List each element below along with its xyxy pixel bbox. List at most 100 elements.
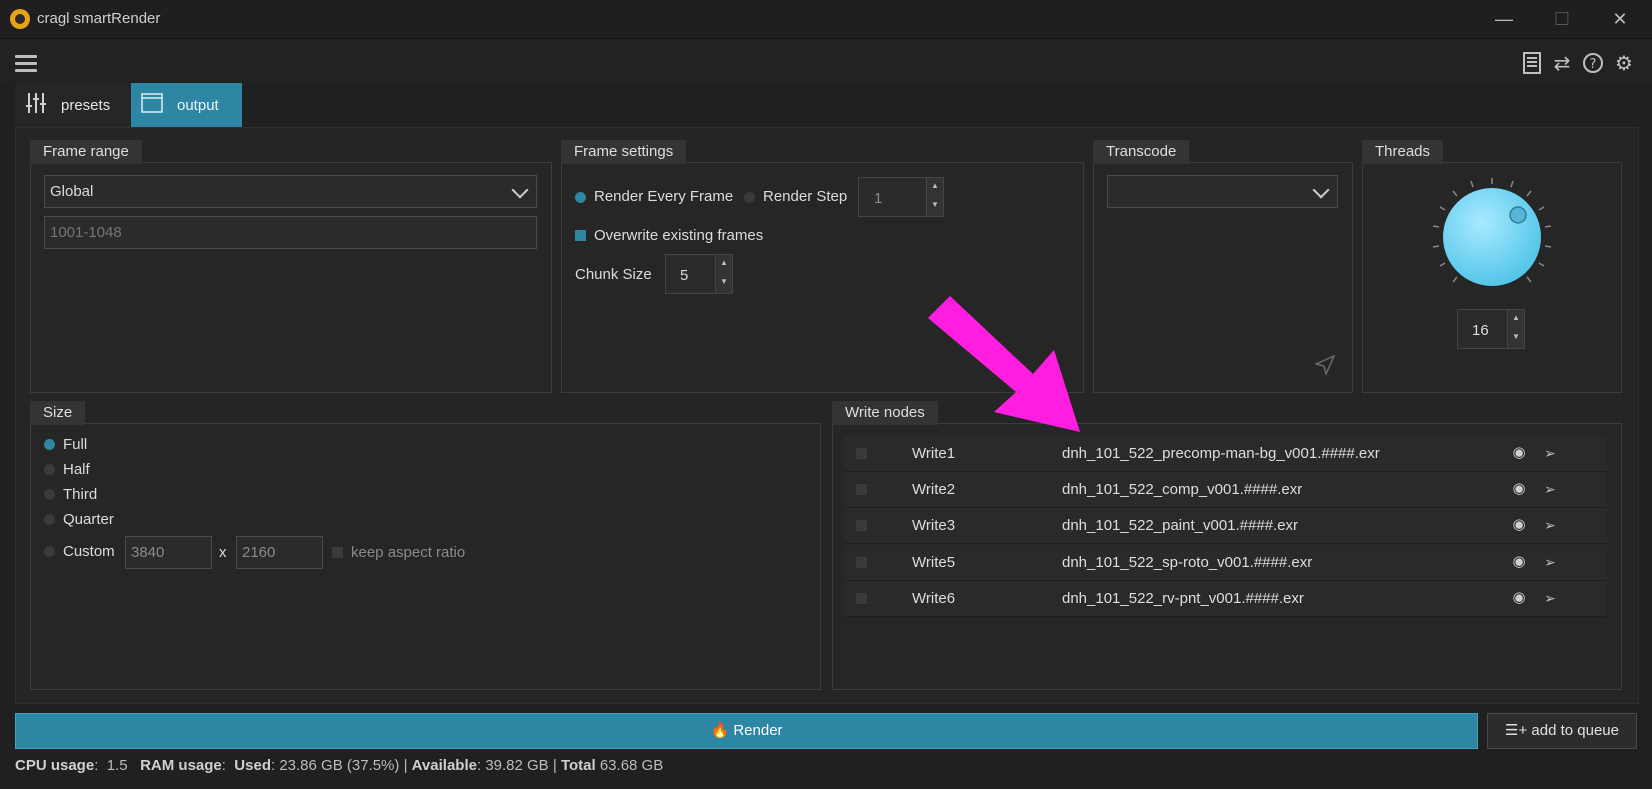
window-title: cragl smartRender bbox=[37, 10, 161, 27]
target-icon[interactable]: ◉ bbox=[1510, 444, 1528, 462]
render-every-frame-label: Render Every Frame bbox=[594, 188, 734, 205]
write-node-name: Write3 bbox=[912, 517, 956, 534]
frame-range-mode-value: Global bbox=[50, 183, 94, 200]
used-label: Used bbox=[234, 757, 271, 774]
write-node-checkbox[interactable] bbox=[856, 557, 867, 568]
write-node-name: Write1 bbox=[912, 445, 956, 462]
overwrite-label: Overwrite existing frames bbox=[594, 227, 764, 244]
frame-range-mode-select[interactable]: Global bbox=[44, 175, 537, 208]
custom-height-input[interactable]: 2160 bbox=[236, 536, 323, 569]
overwrite-checkbox[interactable] bbox=[575, 230, 586, 241]
toolbar bbox=[0, 39, 1652, 83]
chevron-down-icon bbox=[511, 181, 529, 199]
write-node-row[interactable]: Write1 dnh_101_522_precomp-man-bg_v001.#… bbox=[844, 436, 1607, 472]
ram-label: RAM usage bbox=[140, 757, 222, 774]
custom-width-value: 3840 bbox=[131, 544, 165, 561]
document-icon[interactable] bbox=[1520, 52, 1544, 76]
tab-presets[interactable]: presets bbox=[15, 83, 131, 127]
chunk-size-stepper[interactable]: ▲ ▼ bbox=[715, 255, 732, 293]
write-node-name: Write5 bbox=[912, 554, 956, 571]
transcode-title: Transcode bbox=[1093, 140, 1190, 164]
help-icon[interactable]: ? bbox=[1581, 52, 1605, 76]
total-value: 63.68 GB bbox=[599, 757, 664, 774]
render-button[interactable]: 🔥 Render bbox=[15, 713, 1478, 749]
window-icon bbox=[141, 93, 163, 117]
tab-output-label: output bbox=[177, 96, 219, 114]
render-step-spinbox[interactable]: 1 ▲ ▼ bbox=[858, 177, 944, 217]
chevron-down-icon bbox=[1312, 181, 1330, 199]
size-third-label: Third bbox=[63, 486, 98, 503]
threads-stepper[interactable]: ▲ ▼ bbox=[1507, 310, 1524, 348]
size-quarter-radio[interactable] bbox=[44, 514, 55, 525]
size-third-radio[interactable] bbox=[44, 489, 55, 500]
svg-text:?: ? bbox=[1590, 57, 1597, 72]
send-icon[interactable]: ➢ bbox=[1541, 480, 1559, 498]
write-node-row[interactable]: Write5 dnh_101_522_sp-roto_v001.####.exr… bbox=[844, 545, 1607, 581]
frame-settings-title: Frame settings bbox=[561, 140, 687, 164]
keep-aspect-label: keep aspect ratio bbox=[351, 544, 466, 561]
size-half-label: Half bbox=[63, 461, 90, 478]
send-icon[interactable]: ➢ bbox=[1541, 553, 1559, 571]
write-node-file: dnh_101_522_precomp-man-bg_v001.####.exr bbox=[1062, 445, 1380, 462]
minimize-button[interactable]: — bbox=[1484, 6, 1524, 32]
render-step-stepper[interactable]: ▲ ▼ bbox=[926, 178, 943, 216]
chunk-size-value: 5 bbox=[680, 267, 689, 284]
size-full-radio[interactable] bbox=[44, 439, 55, 450]
target-icon[interactable]: ◉ bbox=[1510, 553, 1528, 571]
tab-output[interactable]: output bbox=[131, 83, 242, 127]
available-value: 39.82 GB bbox=[485, 757, 549, 774]
status-separator: | bbox=[403, 757, 408, 774]
app-logo-icon bbox=[10, 9, 30, 29]
flame-icon: 🔥 bbox=[710, 722, 730, 739]
write-node-file: dnh_101_522_sp-roto_v001.####.exr bbox=[1062, 554, 1313, 571]
frame-range-title: Frame range bbox=[30, 140, 142, 164]
frame-range-input[interactable] bbox=[44, 216, 537, 249]
write-node-name: Write2 bbox=[912, 481, 956, 498]
write-node-row[interactable]: Write3 dnh_101_522_paint_v001.####.exr ◉… bbox=[844, 508, 1607, 544]
close-button[interactable]: ✕ bbox=[1600, 6, 1640, 32]
total-label: Total bbox=[560, 757, 596, 774]
render-step-value: 1 bbox=[874, 190, 883, 207]
target-icon[interactable]: ◉ bbox=[1510, 516, 1528, 534]
hamburger-menu-icon[interactable] bbox=[15, 55, 37, 73]
available-label: Available bbox=[411, 757, 477, 774]
size-x-label: x bbox=[219, 544, 227, 561]
queue-add-icon: ☰+ bbox=[1505, 722, 1528, 739]
write-node-checkbox[interactable] bbox=[856, 484, 867, 495]
render-every-frame-radio[interactable] bbox=[575, 192, 586, 203]
send-icon[interactable]: ➢ bbox=[1541, 589, 1559, 607]
size-custom-radio[interactable] bbox=[44, 546, 55, 557]
add-to-queue-label: add to queue bbox=[1531, 722, 1619, 739]
add-to-queue-button[interactable]: ☰+ add to queue bbox=[1487, 713, 1637, 749]
size-quarter-label: Quarter bbox=[63, 511, 114, 528]
cpu-label: CPU usage bbox=[15, 757, 95, 774]
gear-icon[interactable]: ⚙ bbox=[1612, 52, 1636, 76]
target-icon[interactable]: ◉ bbox=[1510, 480, 1528, 498]
threads-value: 16 bbox=[1472, 322, 1489, 339]
write-node-checkbox[interactable] bbox=[856, 593, 867, 604]
chunk-size-label: Chunk Size bbox=[575, 266, 652, 283]
write-node-checkbox[interactable] bbox=[856, 520, 867, 531]
custom-width-input[interactable]: 3840 bbox=[125, 536, 212, 569]
maximize-button[interactable]: ☐ bbox=[1542, 6, 1582, 32]
chunk-size-spinbox[interactable]: 5 ▲ ▼ bbox=[665, 254, 733, 294]
custom-height-value: 2160 bbox=[242, 544, 276, 561]
threads-knob[interactable] bbox=[1427, 172, 1557, 302]
render-step-label: Render Step bbox=[763, 188, 848, 205]
write-node-row[interactable]: Write6 dnh_101_522_rv-pnt_v001.####.exr … bbox=[844, 581, 1607, 617]
threads-title: Threads bbox=[1362, 140, 1444, 164]
render-step-radio[interactable] bbox=[744, 192, 755, 203]
send-icon[interactable]: ➢ bbox=[1541, 444, 1559, 462]
write-node-file: dnh_101_522_rv-pnt_v001.####.exr bbox=[1062, 590, 1304, 607]
swap-icon[interactable]: ⇄ bbox=[1550, 52, 1574, 76]
send-icon[interactable] bbox=[1313, 354, 1336, 377]
size-half-radio[interactable] bbox=[44, 464, 55, 475]
write-node-checkbox[interactable] bbox=[856, 448, 867, 459]
transcode-select[interactable] bbox=[1107, 175, 1338, 208]
send-icon[interactable]: ➢ bbox=[1541, 516, 1559, 534]
write-node-row[interactable]: Write2 dnh_101_522_comp_v001.####.exr ◉ … bbox=[844, 472, 1607, 508]
target-icon[interactable]: ◉ bbox=[1510, 589, 1528, 607]
keep-aspect-checkbox[interactable] bbox=[332, 547, 343, 558]
title-bar bbox=[0, 0, 1652, 39]
threads-spinbox[interactable]: 16 ▲ ▼ bbox=[1457, 309, 1525, 349]
